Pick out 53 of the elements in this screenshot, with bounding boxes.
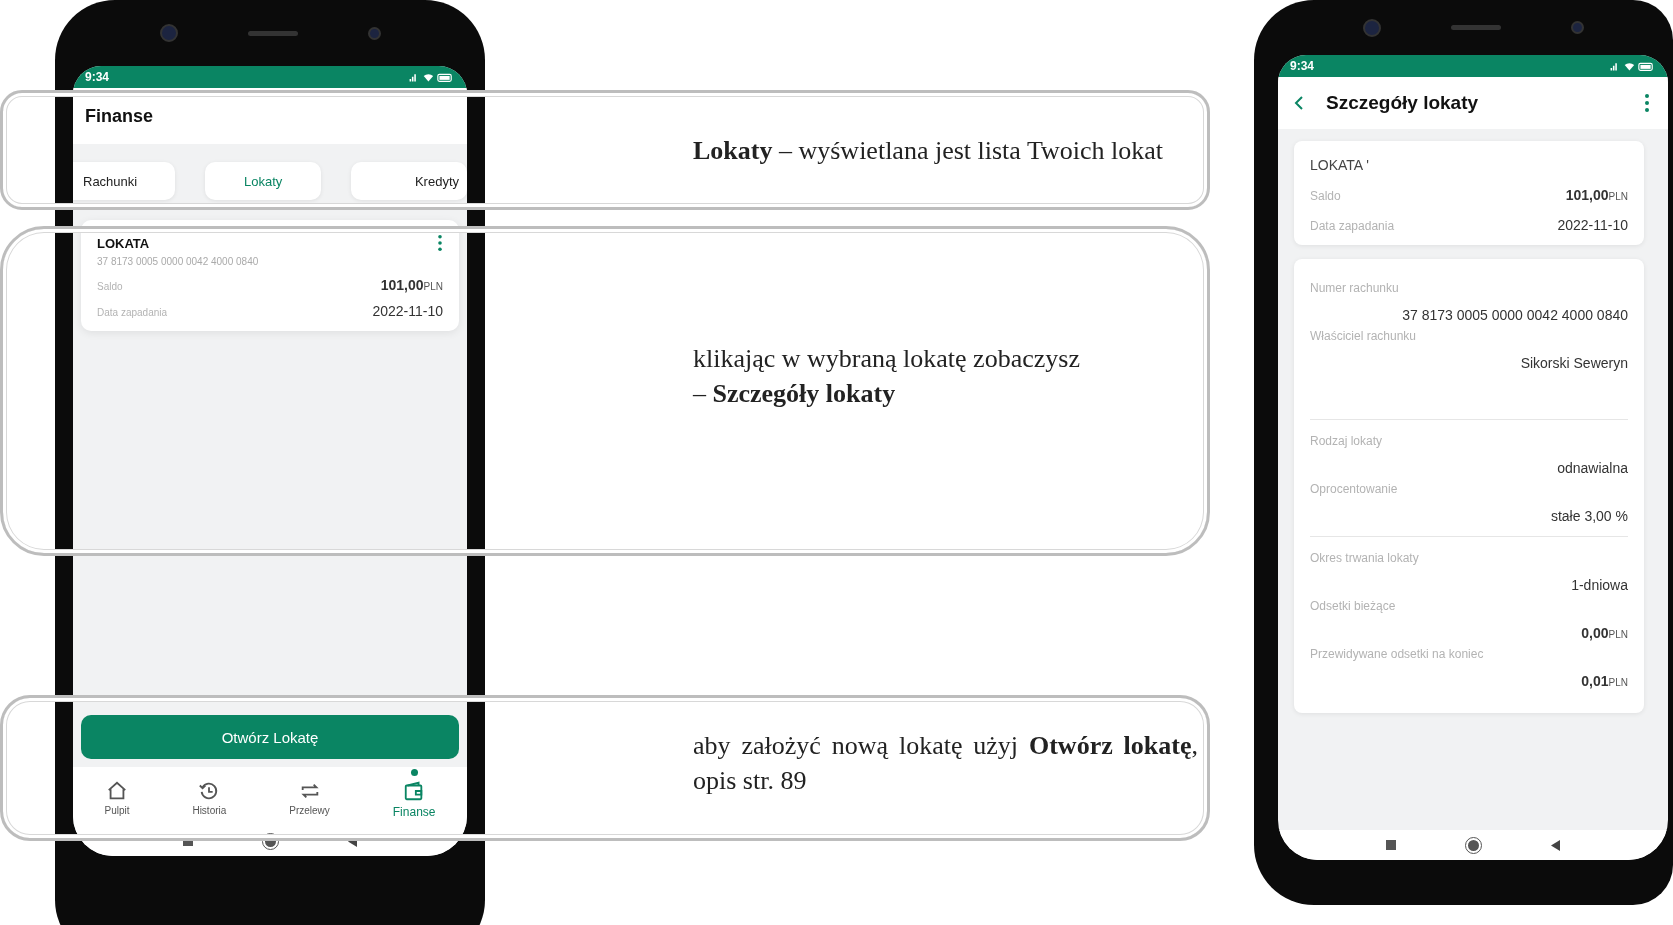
status-time: 9:34 (1290, 59, 1315, 73)
field-value: 101,00PLN (380, 277, 443, 293)
field-label: Saldo (97, 281, 123, 292)
status-time: 9:34 (85, 70, 110, 84)
field-value: 0,00PLN (1580, 625, 1628, 641)
deposit-name: LOKATA (97, 235, 150, 251)
field-value: odnawialna (1556, 460, 1628, 476)
deposit-name: LOKATA ' (1310, 157, 1370, 173)
field-label: Przewidywane odsetki na koniec (1310, 647, 1485, 661)
field-label: Numer rachunku (1310, 281, 1400, 295)
screen-title: Szczegóły lokaty (1326, 92, 1480, 114)
field-label: Rodzaj lokaty (1310, 434, 1384, 448)
field-value: 2022-11-10 (372, 303, 443, 319)
field-label: Data zapadania (97, 307, 168, 318)
nav-item[interactable]: Pulpit (98, 779, 136, 820)
annotation-text: Lokaty – wyświetlana jest lista Twoich lokat (693, 135, 1164, 167)
field-value: 0,01PLN (1580, 673, 1628, 689)
annotation-text: – Szczegóły lokaty (693, 378, 897, 411)
field-value: 101,00PLN (1565, 187, 1628, 203)
open-deposit-button[interactable]: Otwórz Lokatę (81, 715, 459, 759)
field-value: 2022-11-10 (1557, 217, 1628, 233)
back-icon[interactable] (1294, 95, 1304, 111)
field-value: Sikorski Seweryn (1519, 355, 1628, 371)
field-label: Data zapadania (1310, 219, 1395, 233)
nav-item[interactable]: Przelewy (283, 779, 336, 820)
camera-icon (1362, 18, 1381, 37)
field-label: Właściciel rachunku (1310, 329, 1418, 343)
home-button-icon[interactable] (1466, 837, 1481, 853)
field-label: Saldo (1310, 189, 1341, 203)
annotation-text: aby założyć nową lokatę użyj Otwórz lokatę, opis str. 89 (693, 730, 1198, 798)
camera-icon (159, 24, 178, 42)
tab[interactable]: Rachunki (73, 162, 176, 200)
field-label: Okres trwania lokaty (1310, 551, 1420, 565)
field-label: Oprocentowanie (1310, 482, 1399, 496)
field-value: 1-dniowa (1570, 577, 1628, 593)
tab[interactable]: Lokaty (205, 162, 322, 200)
home-icon (105, 780, 128, 802)
more-icon[interactable] (1644, 93, 1650, 113)
field-value: 37 8173 0005 0000 0042 4000 0840 (1401, 307, 1628, 323)
field-label: Odsetki bieżące (1310, 599, 1397, 613)
tab[interactable]: Kredyty (351, 162, 467, 200)
speaker-icon (1450, 25, 1501, 30)
sensor-icon (367, 26, 381, 40)
field-value: stałe 3,00 % (1549, 508, 1628, 524)
more-icon[interactable] (437, 234, 443, 252)
nav-item[interactable]: Historia (186, 779, 233, 820)
sensor-icon (1570, 21, 1584, 34)
screen-title: Finanse (85, 105, 154, 127)
account-number: 37 8173 0005 0000 0042 4000 0840 (97, 256, 260, 267)
speaker-icon (247, 30, 298, 36)
annotation-text: klikając w wybraną lokatę zobaczysz (693, 343, 1081, 375)
deposit-card[interactable]: LOKATA 37 8173 0005 0000 0042 4000 0840 Saldo 101,00PLN Data zapadania 2022-11-10 (81, 220, 459, 331)
back-icon[interactable] (1551, 839, 1560, 851)
